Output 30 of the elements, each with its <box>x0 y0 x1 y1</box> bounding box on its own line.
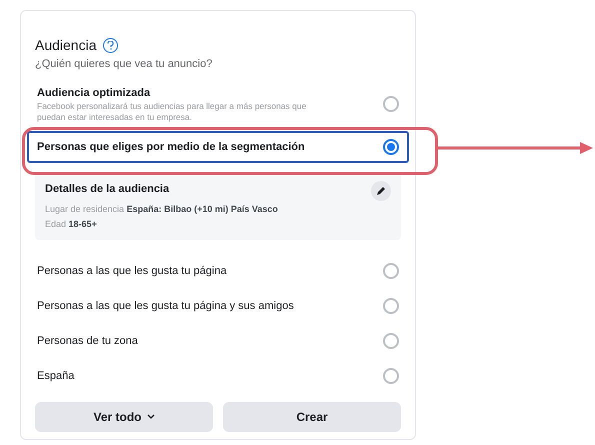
audience-option[interactable]: Audiencia optimizada Facebook personalizará tus audiencias para llegar a más personas que puedan estar interesadas en tu empresa. <box>35 82 401 125</box>
audience-option[interactable]: Personas de tu zona <box>35 324 401 358</box>
audience-option[interactable]: Personas a las que les gusta tu página <box>35 254 401 288</box>
option-description: Facebook personalizará tus audiencias para llegar a más personas que puedan estar interesadas en tu empresa. <box>37 101 308 123</box>
pencil-icon[interactable] <box>371 181 391 201</box>
radio-button[interactable] <box>383 368 399 384</box>
details-line: Edad 18-65+ <box>45 218 98 231</box>
radio-button[interactable] <box>383 96 399 112</box>
radio-button[interactable] <box>383 263 399 279</box>
chevron-icon <box>146 414 154 419</box>
details-line: Lugar de residencia España: Bilbao (+10 mi) País Vasco <box>45 202 278 216</box>
help-icon[interactable] <box>102 38 118 53</box>
audience-option[interactable]: Personas a las que les gusta tu página y sus amigos <box>35 288 401 324</box>
details-title: Detalles de la audiencia <box>45 182 170 197</box>
option-label: Personas que eliges por medio de la segmentación <box>37 140 305 155</box>
section-subtitle: ¿Quién quieres que vea tu anuncio? <box>35 57 214 72</box>
action-button[interactable]: Crear <box>223 402 401 432</box>
option-label: Personas a las que les gusta tu página <box>37 264 227 279</box>
option-label: Personas de tu zona <box>37 334 138 349</box>
option-label: Audiencia optimizada <box>37 86 152 100</box>
option-label: Personas a las que les gusta tu página y sus amigos <box>37 298 294 314</box>
option-label: España <box>37 368 74 384</box>
action-button[interactable]: Ver todo <box>35 402 213 432</box>
radio-button[interactable] <box>383 298 399 314</box>
audience-option[interactable]: Personas que eliges por medio de la segmentación <box>27 131 409 163</box>
radio-button[interactable] <box>383 333 399 349</box>
section-title: Audiencia <box>35 36 96 55</box>
arrow-icon <box>438 141 594 155</box>
audience-option[interactable]: España <box>35 358 401 394</box>
radio-button[interactable] <box>383 139 399 155</box>
